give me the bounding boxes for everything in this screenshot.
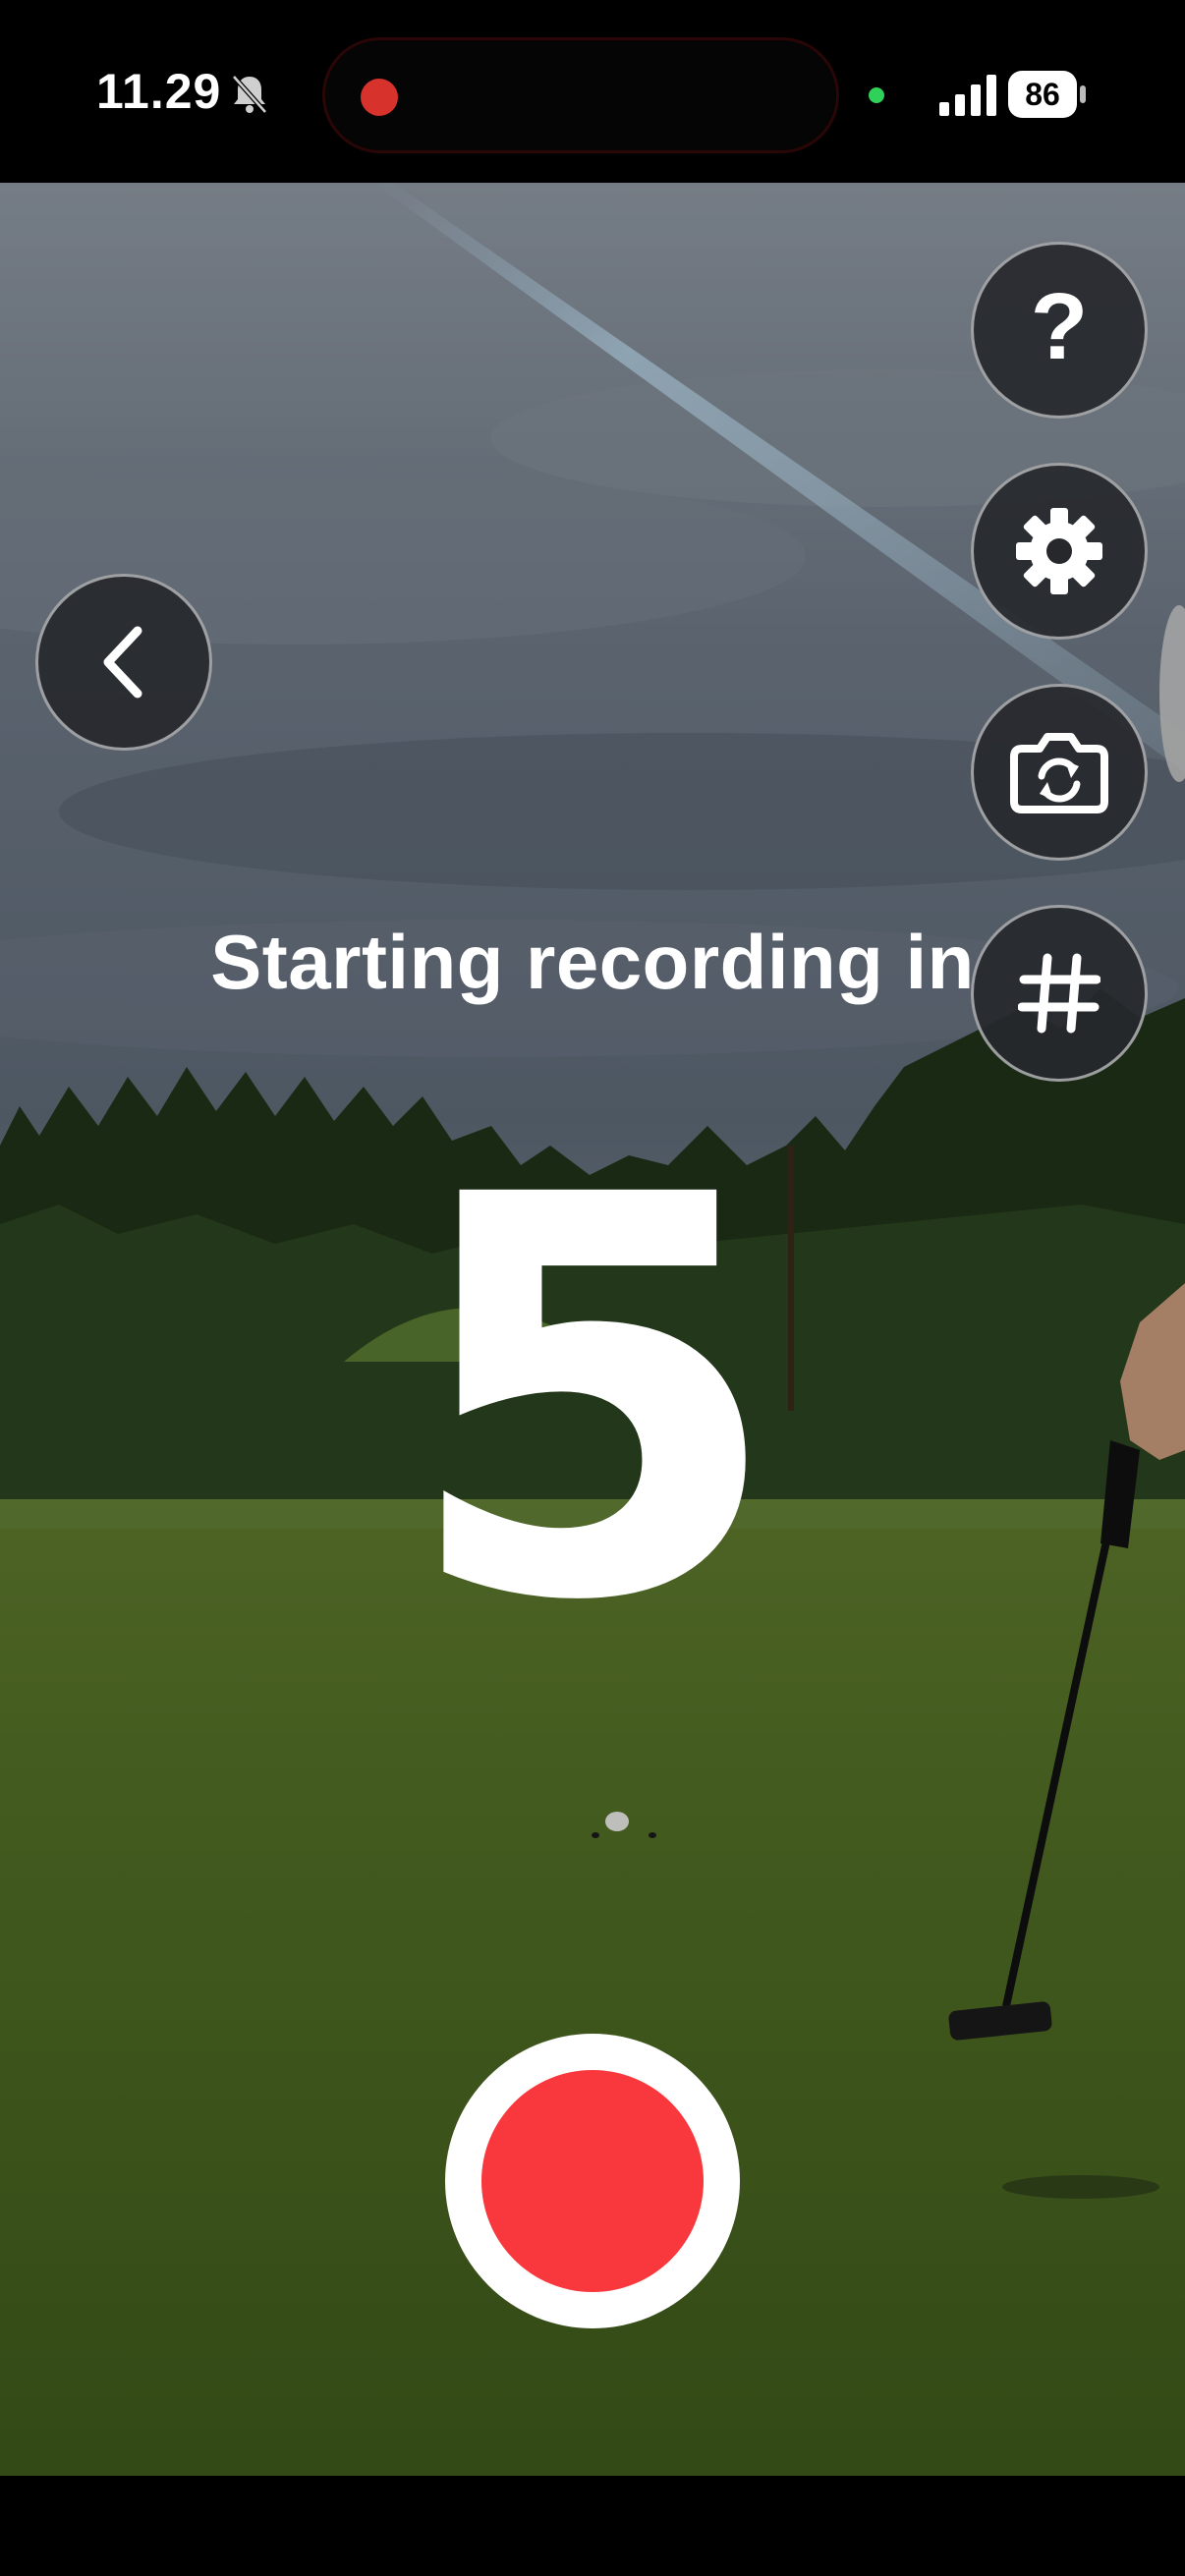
back-button[interactable] (35, 574, 212, 751)
countdown-label: Starting recording in (210, 919, 975, 1005)
help-icon: ? (1030, 274, 1089, 379)
camera-in-use-dot (869, 87, 884, 103)
record-icon (481, 2070, 704, 2292)
camera-flip-icon (1010, 733, 1108, 813)
status-time: 11.29 (96, 64, 222, 119)
gear-icon (1016, 508, 1102, 594)
status-bar: 11.29 86 (0, 0, 1185, 183)
chevron-left-icon (103, 626, 142, 699)
record-button[interactable] (445, 2034, 740, 2328)
countdown-number: 5 (401, 1081, 784, 1721)
dynamic-island (322, 37, 839, 153)
signal-icon (939, 75, 996, 116)
bottom-bar (0, 2476, 1185, 2576)
mute-bell-icon (232, 75, 267, 114)
camera-viewfinder[interactable]: ? Starting recording in 5 (0, 183, 1185, 2476)
battery-icon: 86 (1008, 71, 1087, 118)
recording-indicator (361, 79, 398, 116)
camera-screen: 11.29 86 ? Starting recording in 5 (0, 0, 1185, 2576)
flip-camera-button[interactable] (971, 684, 1148, 861)
battery-level: 86 (1025, 77, 1060, 112)
help-button[interactable]: ? (971, 242, 1148, 419)
settings-button[interactable] (971, 463, 1148, 640)
